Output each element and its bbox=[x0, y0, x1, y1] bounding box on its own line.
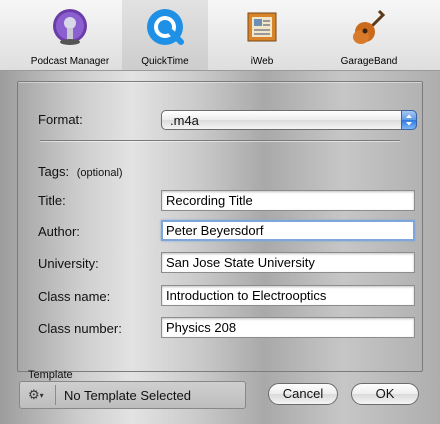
university-field[interactable]: San Jose State University bbox=[161, 252, 415, 273]
format-select[interactable]: .m4a bbox=[161, 110, 417, 130]
tags-label: Tags: (optional) bbox=[38, 164, 123, 179]
class-number-field[interactable]: Physics 208 bbox=[161, 317, 415, 338]
author-label: Author: bbox=[38, 224, 80, 239]
toolbar-label: iWeb bbox=[250, 56, 274, 67]
toolbar-item-iweb[interactable]: iWeb bbox=[208, 0, 316, 70]
template-label: Template bbox=[28, 369, 73, 381]
cancel-button[interactable]: Cancel bbox=[268, 383, 338, 405]
podcast-manager-icon bbox=[53, 9, 87, 45]
toolbar-item-podcast-manager[interactable]: Podcast Manager bbox=[18, 0, 122, 70]
class-number-label: Class number: bbox=[38, 321, 122, 336]
toolbar-label: Podcast Manager bbox=[30, 56, 110, 67]
toolbar-item-quicktime[interactable]: QuickTime bbox=[122, 0, 208, 70]
toolbar: Podcast Manager QuickTime iWeb GarageBan… bbox=[0, 0, 440, 71]
template-value: No Template Selected bbox=[64, 388, 191, 403]
title-field[interactable]: Recording Title bbox=[161, 190, 415, 211]
format-label: Format: bbox=[38, 112, 83, 127]
title-label: Title: bbox=[38, 193, 66, 208]
class-name-label: Class name: bbox=[38, 289, 111, 304]
gear-icon[interactable]: ⚙▾ bbox=[28, 387, 44, 403]
toolbar-label: QuickTime bbox=[141, 56, 189, 67]
tags-optional-note: (optional) bbox=[76, 167, 123, 179]
settings-panel: Format: .m4a Tags: (optional) Title: Rec… bbox=[0, 71, 440, 424]
select-arrows-icon bbox=[401, 110, 417, 130]
ok-button[interactable]: OK bbox=[351, 383, 419, 405]
format-select-value: .m4a bbox=[170, 113, 199, 128]
author-field[interactable]: Peter Beyersdorf bbox=[161, 220, 415, 241]
iweb-icon bbox=[247, 12, 277, 42]
garageband-icon bbox=[353, 9, 386, 44]
divider bbox=[40, 140, 400, 142]
tags-label-text: Tags: bbox=[38, 164, 70, 179]
university-label: University: bbox=[38, 256, 99, 271]
toolbar-label: GarageBand bbox=[340, 56, 398, 67]
quicktime-icon bbox=[147, 9, 184, 45]
template-selector[interactable]: ⚙▾ No Template Selected bbox=[19, 381, 246, 409]
toolbar-item-garageband[interactable]: GarageBand bbox=[316, 0, 422, 70]
template-divider bbox=[55, 385, 56, 405]
class-name-field[interactable]: Introduction to Electrooptics bbox=[161, 285, 415, 306]
form-group-box: Format: .m4a Tags: (optional) Title: Rec… bbox=[17, 81, 423, 372]
